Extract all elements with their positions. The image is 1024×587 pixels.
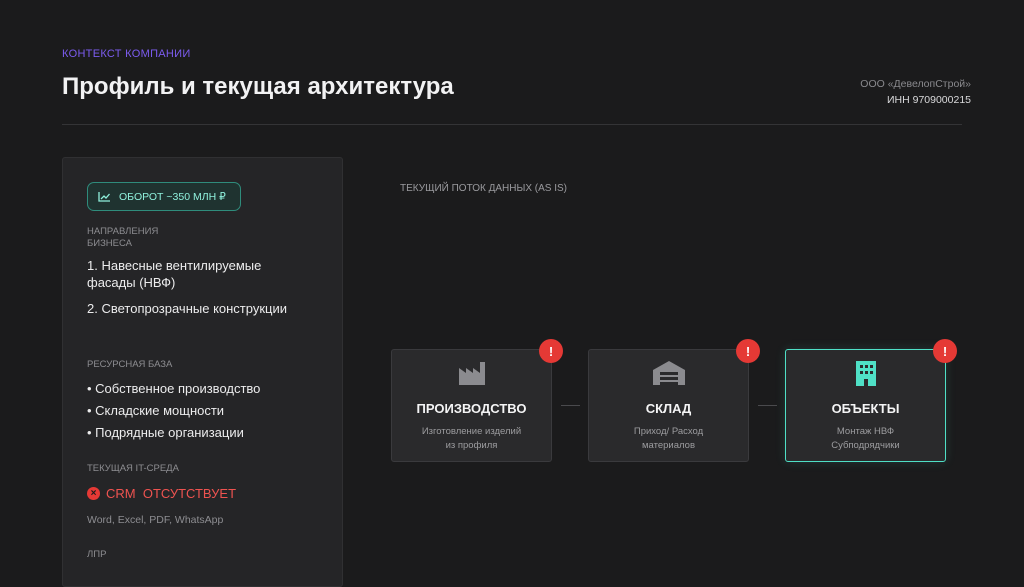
flow-node-objects[interactable]: ОБЪЕКТЫ Монтаж НВФ Субподрядчики ! xyxy=(785,339,957,462)
flow-node-production[interactable]: ПРОИЗВОДСТВО Изготовление изделий из про… xyxy=(391,339,563,462)
alert-badge[interactable]: ! xyxy=(539,339,563,363)
node-description: Изготовление изделий из профиля xyxy=(421,426,522,451)
company-profile-panel: ОБОРОТ ~350 МЛН ₽ НАПРАВЛЕНИЯ БИЗНЕСА 1.… xyxy=(62,157,343,587)
chart-trend-icon xyxy=(98,192,110,202)
company-inn: ИНН 9709000215 xyxy=(886,94,971,106)
building-icon xyxy=(855,361,876,386)
factory-icon xyxy=(458,362,485,385)
flow-node-warehouse[interactable]: СКЛАД Приход/ Расход материалов ! xyxy=(588,339,760,462)
warehouse-icon xyxy=(652,361,685,385)
turnover-badge: ОБОРОТ ~350 МЛН ₽ xyxy=(87,182,241,211)
node-title: ПРОИЗВОДСТВО xyxy=(416,401,527,416)
header-divider xyxy=(62,124,962,125)
flow-connector xyxy=(758,405,777,406)
resource-item: • Собственное производство xyxy=(87,381,261,396)
node-title: ОБЪЕКТЫ xyxy=(831,401,900,416)
section-eyebrow: КОНТЕКСТ КОМПАНИИ xyxy=(62,48,191,60)
close-circle-icon: × xyxy=(87,487,100,500)
company-name: ООО «ДевелопСтрой» xyxy=(860,78,971,90)
turnover-text: ОБОРОТ ~350 МЛН ₽ xyxy=(119,190,226,203)
crm-status: × CRM ОТСУТСТВУЕТ xyxy=(87,486,236,501)
node-description: Монтаж НВФ Субподрядчики xyxy=(831,426,900,451)
crm-status-text: CRM ОТСУТСТВУЕТ xyxy=(106,486,237,501)
alert-badge[interactable]: ! xyxy=(736,339,760,363)
company-info: ООО «ДевелопСтрой» ИНН 9709000215 xyxy=(860,76,971,108)
directions-label: НАПРАВЛЕНИЯ БИЗНЕСА xyxy=(87,226,159,249)
alert-badge[interactable]: ! xyxy=(933,339,957,363)
tools-list: Word, Excel, PDF, WhatsApp xyxy=(87,514,224,526)
node-title: СКЛАД xyxy=(645,401,692,416)
flow-connector xyxy=(561,405,580,406)
page-title: Профиль и текущая архитектура xyxy=(62,73,454,100)
it-env-label: ТЕКУЩАЯ IT-СРЕДА xyxy=(87,463,179,474)
node-description: Приход/ Расход материалов xyxy=(633,426,704,451)
resource-item: • Складские мощности xyxy=(87,403,225,418)
direction-item: 1. Навесные вентилируемые фасады (НВФ) xyxy=(87,258,262,290)
direction-item: 2. Светопрозрачные конструкции xyxy=(87,301,288,316)
lpr-label: ЛПР xyxy=(87,549,107,560)
resources-label: РЕСУРСНАЯ БАЗА xyxy=(87,359,173,370)
flow-label: ТЕКУЩИЙ ПОТОК ДАННЫХ (AS IS) xyxy=(400,183,568,194)
resource-item: • Подрядные организации xyxy=(87,425,244,440)
